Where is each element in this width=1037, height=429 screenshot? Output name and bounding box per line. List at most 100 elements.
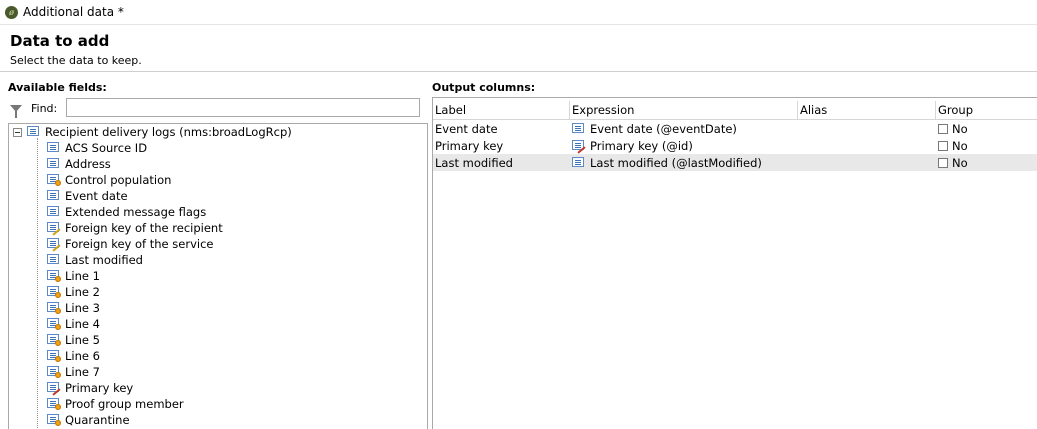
group-checkbox[interactable] bbox=[938, 157, 948, 168]
tree-item[interactable]: Foreign key of the recipient bbox=[47, 220, 223, 236]
tree-item[interactable]: Line 1 bbox=[47, 268, 100, 284]
column-separator[interactable] bbox=[935, 101, 936, 119]
group-value: No bbox=[952, 138, 968, 153]
computed-field-icon bbox=[47, 398, 61, 410]
tree-item[interactable]: Address bbox=[47, 156, 111, 172]
collapse-toggle-icon[interactable] bbox=[13, 127, 22, 137]
group-checkbox[interactable] bbox=[938, 123, 948, 134]
tree-item-label: Line 4 bbox=[65, 317, 100, 331]
tree-root[interactable]: Recipient delivery logs (nms:broadLogRcp… bbox=[13, 124, 292, 140]
tree-root-label: Recipient delivery logs (nms:broadLogRcp… bbox=[45, 125, 292, 139]
tree-item-label: Line 3 bbox=[65, 301, 100, 315]
output-columns-table[interactable]: Label Expression Alias Group Event date E… bbox=[432, 97, 1037, 429]
tree-item-label: ACS Source ID bbox=[65, 141, 148, 155]
computed-field-icon bbox=[47, 366, 61, 378]
column-header-label[interactable]: Label bbox=[435, 101, 466, 118]
computed-field-icon bbox=[47, 270, 61, 282]
tree-item[interactable]: Line 7 bbox=[47, 364, 100, 380]
cell-expression[interactable]: Primary key (@id) bbox=[572, 137, 693, 154]
table-row[interactable]: Event date Event date (@eventDate) No bbox=[433, 120, 1037, 137]
column-separator[interactable] bbox=[569, 101, 570, 119]
tree-item[interactable]: Line 3 bbox=[47, 300, 100, 316]
tree-item-label: Line 2 bbox=[65, 285, 100, 299]
cell-label[interactable]: Last modified bbox=[435, 154, 513, 171]
cell-label[interactable]: Event date bbox=[435, 120, 498, 137]
tree-item[interactable]: Last modified bbox=[47, 252, 143, 268]
tree-item[interactable]: Foreign key of the service bbox=[47, 236, 213, 252]
cell-expression[interactable]: Event date (@eventDate) bbox=[572, 120, 737, 137]
cell-label[interactable]: Primary key bbox=[435, 137, 503, 154]
column-header-alias[interactable]: Alias bbox=[800, 101, 827, 118]
table-header: Label Expression Alias Group bbox=[433, 101, 1037, 120]
column-header-expression[interactable]: Expression bbox=[572, 101, 634, 118]
page-title: Data to add bbox=[10, 32, 110, 50]
tree-item[interactable]: Proof group member bbox=[47, 396, 184, 412]
field-icon bbox=[47, 206, 61, 218]
tree-item[interactable]: Line 6 bbox=[47, 348, 100, 364]
header-divider bbox=[0, 71, 1037, 72]
tree-item[interactable]: Line 5 bbox=[47, 332, 100, 348]
primary-key-icon bbox=[572, 139, 586, 152]
window-title: Additional data * bbox=[23, 5, 124, 19]
app-logo-icon: ø bbox=[5, 5, 18, 19]
tree-item-label: Control population bbox=[65, 173, 172, 187]
field-icon bbox=[572, 156, 586, 169]
expression-text: Last modified (@lastModified) bbox=[590, 155, 762, 170]
tree-item[interactable]: Event date bbox=[47, 188, 128, 204]
tree-item[interactable]: Control population bbox=[47, 172, 171, 188]
tree-item[interactable]: ACS Source ID bbox=[47, 140, 147, 156]
tree-item-label: Foreign key of the service bbox=[65, 237, 214, 251]
computed-field-icon bbox=[47, 334, 61, 346]
field-icon bbox=[47, 190, 61, 202]
find-label: Find: bbox=[31, 101, 58, 115]
computed-field-icon bbox=[47, 174, 61, 186]
find-input[interactable] bbox=[66, 98, 420, 117]
cell-group[interactable]: No bbox=[938, 120, 968, 137]
filter-icon[interactable] bbox=[10, 104, 22, 118]
cell-group[interactable]: No bbox=[938, 137, 968, 154]
table-row[interactable]: Last modified Last modified (@lastModifie… bbox=[433, 154, 1037, 171]
cell-expression[interactable]: Last modified (@lastModified) bbox=[572, 154, 762, 171]
tree-item-label: Primary key bbox=[65, 381, 134, 395]
tree-item[interactable]: Extended message flags bbox=[47, 204, 206, 220]
computed-field-icon bbox=[47, 414, 61, 426]
tree-item-label: Address bbox=[65, 157, 111, 171]
available-fields-label: Available fields: bbox=[8, 81, 107, 94]
tree-item[interactable]: Primary key bbox=[47, 380, 133, 396]
tree-item[interactable]: Line 4 bbox=[47, 316, 100, 332]
find-row: Find: bbox=[10, 97, 57, 119]
computed-field-icon bbox=[47, 286, 61, 298]
field-icon bbox=[572, 122, 586, 135]
table-icon bbox=[27, 126, 41, 138]
tree-item-label: Extended message flags bbox=[65, 205, 207, 219]
tree-item-label: Line 6 bbox=[65, 349, 100, 363]
group-value: No bbox=[952, 121, 968, 136]
primary-key-icon bbox=[47, 382, 61, 394]
tree-item-label: Line 5 bbox=[65, 333, 100, 347]
available-fields-tree[interactable]: Recipient delivery logs (nms:broadLogRcp… bbox=[8, 123, 428, 429]
computed-field-icon bbox=[47, 318, 61, 330]
expression-text: Primary key (@id) bbox=[590, 138, 693, 153]
tree-item-label: Line 7 bbox=[65, 365, 100, 379]
group-checkbox[interactable] bbox=[938, 140, 948, 151]
tree-item-label: Last modified bbox=[65, 253, 143, 267]
tree-guide-line bbox=[37, 138, 38, 429]
column-separator[interactable] bbox=[797, 101, 798, 119]
tree-item-label: Proof group member bbox=[65, 397, 184, 411]
foreign-key-icon bbox=[47, 222, 61, 234]
field-icon bbox=[47, 158, 61, 170]
output-columns-label: Output columns: bbox=[432, 81, 536, 94]
tree-item-label: Line 1 bbox=[65, 269, 100, 283]
title-bar: ø Additional data * bbox=[0, 0, 1037, 25]
tree-item[interactable]: Line 2 bbox=[47, 284, 100, 300]
column-header-group[interactable]: Group bbox=[938, 101, 973, 118]
expression-text: Event date (@eventDate) bbox=[590, 121, 737, 136]
table-row[interactable]: Primary key Primary key (@id) No bbox=[433, 137, 1037, 154]
tree-item-label: Event date bbox=[65, 189, 128, 203]
tree-item[interactable]: Quarantine bbox=[47, 412, 130, 428]
computed-field-icon bbox=[47, 302, 61, 314]
page-header: Data to add Select the data to keep. bbox=[0, 25, 1037, 71]
tree-item-label: Quarantine bbox=[65, 413, 130, 427]
field-icon bbox=[47, 254, 61, 266]
cell-group[interactable]: No bbox=[938, 154, 968, 171]
